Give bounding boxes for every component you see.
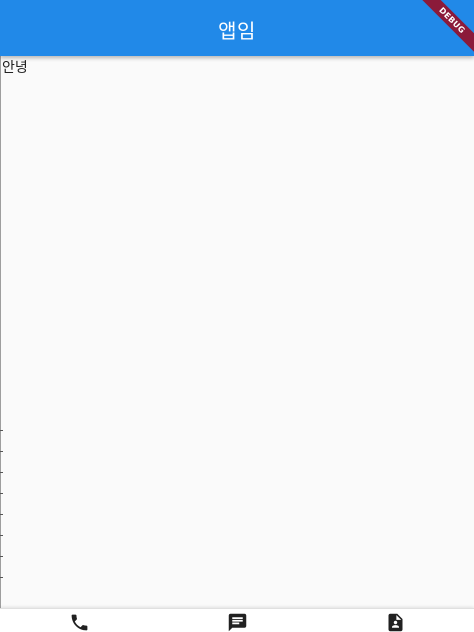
edge-tick <box>0 577 3 578</box>
edge-tick <box>0 430 3 431</box>
edge-tick <box>0 493 3 494</box>
edge-tick <box>0 451 3 452</box>
message-icon <box>228 613 246 632</box>
nav-item-messages[interactable] <box>158 609 316 632</box>
app-bar-title: 앱임 <box>218 18 256 43</box>
app-window: 앱임 DEBUG 안녕 <box>0 0 474 632</box>
edge-tick <box>0 514 3 515</box>
contact-icon <box>388 613 402 632</box>
greeting-text: 안녕 <box>2 60 28 76</box>
edge-tick <box>0 535 3 536</box>
main-body: 안녕 <box>2 56 472 608</box>
edge-tick <box>0 556 3 557</box>
app-bar: 앱임 <box>0 0 474 56</box>
left-edge-artifacts <box>0 430 3 598</box>
bottom-navigation-bar <box>0 608 474 632</box>
phone-icon <box>71 614 87 631</box>
edge-tick <box>0 472 3 473</box>
nav-item-phone[interactable] <box>0 609 158 632</box>
nav-item-contacts[interactable] <box>316 609 474 632</box>
